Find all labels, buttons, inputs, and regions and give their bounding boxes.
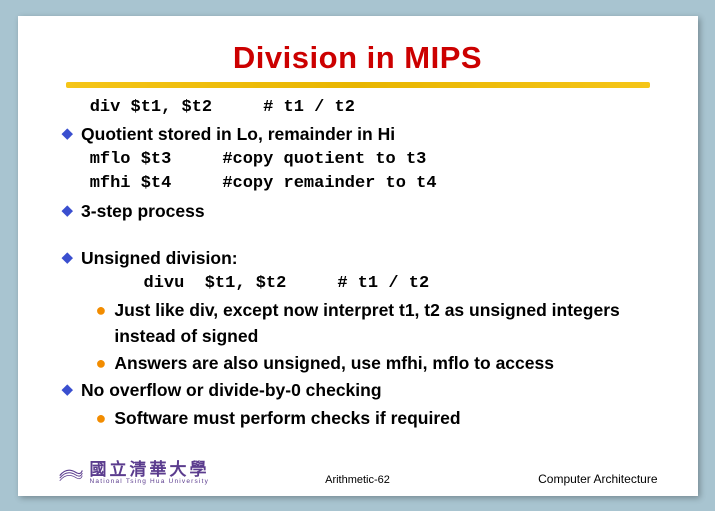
logo-icon bbox=[58, 463, 84, 483]
title-underline bbox=[66, 82, 650, 88]
bullet-text: Quotient stored in Lo, remainder in Hi bbox=[81, 122, 395, 147]
code-line: divu $t1, $t2 # t1 / t2 bbox=[62, 272, 658, 297]
course-name: Computer Architecture bbox=[538, 472, 657, 486]
slide-number: Arithmetic-62 bbox=[325, 474, 390, 486]
dot-icon: ● bbox=[62, 406, 107, 430]
footer: 國立清華大學 National Tsing Hua University Ari… bbox=[58, 461, 658, 486]
code-line: mfhi $t4 #copy remainder to t4 bbox=[62, 172, 658, 197]
sub-bullet-item: ● Answers are also unsigned, use mfhi, m… bbox=[62, 351, 658, 376]
bullet-text: No overflow or divide-by-0 checking bbox=[81, 378, 381, 403]
sub-bullet-item: ● Just like div, except now interpret t1… bbox=[62, 298, 658, 349]
bullet-item: ◆ Unsigned division: bbox=[62, 246, 658, 271]
logo-text: 國立清華大學 National Tsing Hua University bbox=[90, 461, 210, 486]
bullet-text: Just like div, except now interpret t1, … bbox=[114, 298, 657, 349]
bullet-item: ◆ No overflow or divide-by-0 checking bbox=[62, 378, 658, 403]
spacer bbox=[62, 224, 658, 244]
diamond-icon: ◆ bbox=[62, 199, 74, 223]
code-line: div $t1, $t2 # t1 / t2 bbox=[62, 96, 658, 121]
logo-chinese: 國立清華大學 bbox=[90, 461, 210, 479]
bullet-item: ◆ 3-step process bbox=[62, 199, 658, 224]
sub-bullet-item: ● Software must perform checks if requir… bbox=[62, 406, 658, 431]
logo-english: National Tsing Hua University bbox=[90, 479, 210, 486]
dot-icon: ● bbox=[62, 298, 107, 322]
bullet-text: 3-step process bbox=[81, 199, 205, 224]
bullet-item: ◆ Quotient stored in Lo, remainder in Hi bbox=[62, 122, 658, 147]
dot-icon: ● bbox=[62, 351, 107, 375]
diamond-icon: ◆ bbox=[62, 246, 74, 270]
bullet-text: Software must perform checks if required bbox=[114, 406, 460, 431]
slide: Division in MIPS div $t1, $t2 # t1 / t2 … bbox=[18, 16, 698, 496]
diamond-icon: ◆ bbox=[62, 378, 74, 402]
bullet-text: Answers are also unsigned, use mfhi, mfl… bbox=[114, 351, 554, 376]
university-logo: 國立清華大學 National Tsing Hua University bbox=[58, 461, 210, 486]
bullet-text: Unsigned division: bbox=[81, 246, 238, 271]
slide-content: div $t1, $t2 # t1 / t2 ◆ Quotient stored… bbox=[58, 96, 658, 432]
code-line: mflo $t3 #copy quotient to t3 bbox=[62, 148, 658, 173]
slide-title: Division in MIPS bbox=[58, 40, 658, 76]
diamond-icon: ◆ bbox=[62, 122, 74, 146]
